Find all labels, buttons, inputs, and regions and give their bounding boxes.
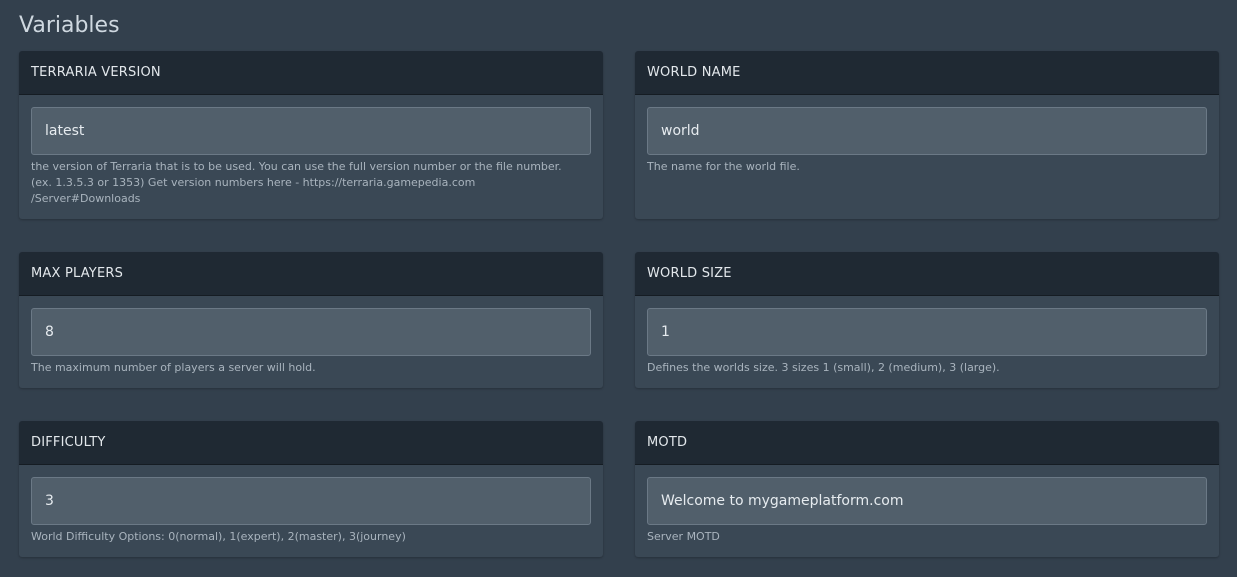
variable-label: TERRARIA VERSION bbox=[19, 51, 603, 95]
variable-description: the version of Terraria that is to be us… bbox=[31, 159, 562, 207]
world-size-input[interactable] bbox=[647, 308, 1207, 356]
variable-description: Defines the worlds size. 3 sizes 1 (smal… bbox=[647, 360, 1000, 376]
variable-card-motd: MOTD Server MOTD bbox=[635, 421, 1219, 557]
description-line: the version of Terraria that is to be us… bbox=[31, 160, 562, 173]
variable-description: World Difficulty Options: 0(normal), 1(e… bbox=[31, 529, 406, 545]
page-title: Variables bbox=[19, 13, 120, 38]
variable-label: DIFFICULTY bbox=[19, 421, 603, 465]
variable-card-world-name: WORLD NAME The name for the world file. bbox=[635, 51, 1219, 219]
description-line: Server MOTD bbox=[647, 530, 720, 543]
variable-label: MOTD bbox=[635, 421, 1219, 465]
description-line: (ex. 1.3.5.3 or 1353) Get version number… bbox=[31, 176, 476, 189]
variable-label: WORLD NAME bbox=[635, 51, 1219, 95]
description-line: Defines the worlds size. 3 sizes 1 (smal… bbox=[647, 361, 1000, 374]
variable-label: MAX PLAYERS bbox=[19, 252, 603, 296]
world-name-input[interactable] bbox=[647, 107, 1207, 155]
variable-label: WORLD SIZE bbox=[635, 252, 1219, 296]
variable-description: The name for the world file. bbox=[647, 159, 800, 175]
description-line: The maximum number of players a server w… bbox=[31, 361, 316, 374]
variable-card-max-players: MAX PLAYERS The maximum number of player… bbox=[19, 252, 603, 388]
variable-description: The maximum number of players a server w… bbox=[31, 360, 316, 376]
difficulty-input[interactable] bbox=[31, 477, 591, 525]
description-line: The name for the world file. bbox=[647, 160, 800, 173]
variable-description: Server MOTD bbox=[647, 529, 720, 545]
motd-input[interactable] bbox=[647, 477, 1207, 525]
description-line: /Server#Downloads bbox=[31, 192, 141, 205]
max-players-input[interactable] bbox=[31, 308, 591, 356]
description-line: World Difficulty Options: 0(normal), 1(e… bbox=[31, 530, 406, 543]
variable-card-terraria-version: TERRARIA VERSION the version of Terraria… bbox=[19, 51, 603, 219]
variable-card-difficulty: DIFFICULTY World Difficulty Options: 0(n… bbox=[19, 421, 603, 557]
terraria-version-input[interactable] bbox=[31, 107, 591, 155]
variable-card-world-size: WORLD SIZE Defines the worlds size. 3 si… bbox=[635, 252, 1219, 388]
